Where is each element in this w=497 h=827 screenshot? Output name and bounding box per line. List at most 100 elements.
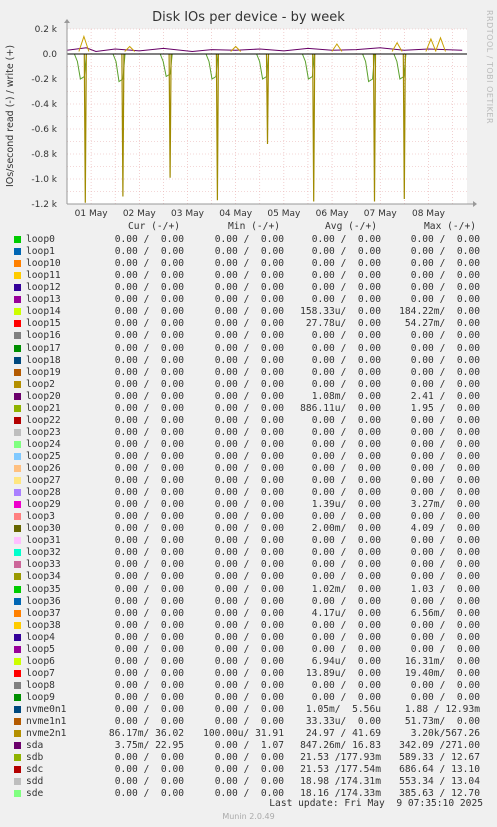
legend-swatch xyxy=(14,669,21,677)
legend-device-name: loop27 xyxy=(26,475,61,486)
x-tick-label: 01 May xyxy=(75,209,109,219)
legend-min-value: 0.00 / 0.00 xyxy=(214,559,284,571)
legend-avg-value: 24.97 / 41.69 xyxy=(305,728,381,740)
legend-cur-value: 0.00 / 0.00 xyxy=(114,258,184,270)
legend-device-name: loop11 xyxy=(26,270,61,282)
legend-device-name: loop33 xyxy=(26,559,61,571)
legend-swatch xyxy=(14,561,21,569)
legend-min-value: 0.00 / 0.00 xyxy=(214,306,284,318)
legend-cur-value: 0.00 / 0.00 xyxy=(114,595,184,607)
legend-device-name: sdd xyxy=(26,776,44,788)
legend-avg-value: 13.89u/ 0.00 xyxy=(305,667,381,679)
legend-swatch xyxy=(14,440,21,448)
legend-device-name: loop10 xyxy=(26,258,61,270)
legend-min-value: 0.00 / 0.00 xyxy=(214,776,284,788)
legend-min-value: 0.00 / 0.00 xyxy=(214,475,284,486)
legend-cur-value: 0.00 / 0.00 xyxy=(114,499,184,511)
y-tick-label: -0.2 k xyxy=(31,75,57,85)
legend-device-name: loop2 xyxy=(26,378,55,390)
legend-min-value: 0.00 / 0.00 xyxy=(214,450,284,462)
legend-cur-value: 0.00 / 0.00 xyxy=(114,535,184,547)
legend-avg-value: 886.11u/ 0.00 xyxy=(300,402,381,414)
legend-max-value: 0.00 / 0.00 xyxy=(410,270,480,282)
legend-device-name: loop25 xyxy=(26,450,61,462)
legend-swatch xyxy=(14,477,21,484)
legend-avg-value: 0.00 / 0.00 xyxy=(311,487,381,499)
legend-avg-value: 27.78u/ 0.00 xyxy=(305,318,381,330)
legend-max-value: 553.34 / 13.04 xyxy=(399,776,480,788)
legend-device-name: loop24 xyxy=(26,438,61,450)
legend-device-name: loop6 xyxy=(26,655,55,667)
legend-max-value: 0.00 / 0.00 xyxy=(410,246,480,258)
legend-row: loop14 0.00 / 0.00 0.00 / 0.00 158.33u/ 0.0… xyxy=(0,306,497,318)
legend-row: loop0 0.00 / 0.00 0.00 / 0.00 0.00 / 0.00 0.… xyxy=(0,234,497,246)
legend-cur-value: 0.00 / 0.00 xyxy=(114,306,184,318)
legend-device-name: loop14 xyxy=(26,306,61,318)
legend-min-value: 0.00 / 0.00 xyxy=(214,402,284,414)
legend-swatch xyxy=(14,766,21,774)
legend-row: loop4 0.00 / 0.00 0.00 / 0.00 0.00 / 0.00 0.… xyxy=(0,632,497,644)
legend-cur-value: 0.00 / 0.00 xyxy=(114,354,184,366)
legend-avg-value: 0.00 / 0.00 xyxy=(311,643,381,655)
legend-min-value: 0.00 / 0.00 xyxy=(214,414,284,426)
legend-swatch xyxy=(14,657,21,665)
legend-row: loop32 0.00 / 0.00 0.00 / 0.00 0.00 / 0.00 0… xyxy=(0,547,497,559)
legend-avg-value: 0.00 / 0.00 xyxy=(311,691,381,703)
legend-swatch xyxy=(14,248,21,256)
legend-max-value: 0.00 / 0.00 xyxy=(410,234,480,245)
legend-row: loop28 0.00 / 0.00 0.00 / 0.00 0.00 / 0.00 0… xyxy=(0,487,497,499)
legend-min-value: 0.00 / 0.00 xyxy=(214,655,284,667)
x-tick-label: 07 May xyxy=(364,209,398,219)
legend-swatch xyxy=(14,501,21,509)
legend-cur-value: 0.00 / 0.00 xyxy=(114,619,184,631)
legend-max-value: 0.00 / 0.00 xyxy=(410,631,480,643)
legend-avg-value: 0.00 / 0.00 xyxy=(311,258,381,270)
legend-cur-value: 0.00 / 0.00 xyxy=(114,704,184,715)
legend-avg-value: 158.33u/ 0.00 xyxy=(300,306,381,318)
legend-row: nvme1n1 0.00 / 0.00 0.00 / 0.00 33.33u/ 0.0… xyxy=(0,716,497,728)
legend-max-value: 0.00 / 0.00 xyxy=(410,571,480,583)
legend-row: loop30 0.00 / 0.00 0.00 / 0.00 2.00m/ 0.00 4… xyxy=(0,523,497,535)
legend-cur-value: 0.00 / 0.00 xyxy=(114,691,184,703)
legend-avg-value: 0.00 / 0.00 xyxy=(311,414,381,426)
legend-max-value: 0.00 / 0.00 xyxy=(410,643,480,655)
legend-min-value: 0.00 / 0.00 xyxy=(214,234,284,245)
y-axis-label: IOs/second read (-) / write (+) xyxy=(5,45,16,187)
legend-row: loop31 0.00 / 0.00 0.00 / 0.00 0.00 / 0.00 0… xyxy=(0,535,497,547)
legend-max-value: 2.41 / 0.00 xyxy=(410,390,480,402)
legend-device-name: loop9 xyxy=(26,691,55,703)
y-tick-label: 0.0 xyxy=(43,50,58,60)
legend-swatch xyxy=(14,790,21,798)
legend-min-value: 0.00 / 0.00 xyxy=(214,704,284,715)
legend-max-value: 0.00 / 0.00 xyxy=(410,511,480,523)
legend-avg-value: 4.17u/ 0.00 xyxy=(311,607,381,619)
legend-avg-value: 0.00 / 0.00 xyxy=(311,450,381,462)
legend-row: loop3 0.00 / 0.00 0.00 / 0.00 0.00 / 0.00 0.… xyxy=(0,511,497,523)
legend-cur-value: 0.00 / 0.00 xyxy=(114,426,184,438)
legend-avg-value: 1.08m/ 0.00 xyxy=(311,390,381,402)
legend-avg-value: 0.00 / 0.00 xyxy=(311,535,381,547)
legend-cur-value: 0.00 / 0.00 xyxy=(114,523,184,535)
legend-max-value: 0.00 / 0.00 xyxy=(410,426,480,438)
legend-swatch xyxy=(14,356,21,364)
legend-swatch xyxy=(14,428,21,436)
legend-device-name: sdc xyxy=(26,764,44,776)
legend-swatch xyxy=(14,489,21,497)
legend-cur-value: 0.00 / 0.00 xyxy=(114,366,184,378)
legend-row: loop19 0.00 / 0.00 0.00 / 0.00 0.00 / 0.00 0… xyxy=(0,367,497,379)
legend-row: nvme2n1 86.17m/ 36.02 100.00u/ 31.91 24.97 … xyxy=(0,728,497,740)
legend-device-name: loop21 xyxy=(26,402,61,414)
header-cur: Cur (-/+) xyxy=(128,221,180,232)
legend-row: loop34 0.00 / 0.00 0.00 / 0.00 0.00 / 0.00 0… xyxy=(0,571,497,583)
legend-swatch xyxy=(14,284,21,292)
legend-swatch xyxy=(14,585,21,593)
legend-min-value: 0.00 / 0.00 xyxy=(214,631,284,643)
legend-cur-value: 3.75m/ 22.95 xyxy=(114,740,184,752)
x-tick-label: 04 May xyxy=(219,209,253,219)
legend-swatch xyxy=(14,549,21,557)
legend-max-value: 3.20k/567.26 xyxy=(410,728,480,740)
x-tick-label: 06 May xyxy=(316,209,350,219)
header-max: Max (-/+) xyxy=(424,221,476,232)
legend-avg-value: 0.00 / 0.00 xyxy=(311,619,381,631)
x-tick-label: 03 May xyxy=(171,209,205,219)
